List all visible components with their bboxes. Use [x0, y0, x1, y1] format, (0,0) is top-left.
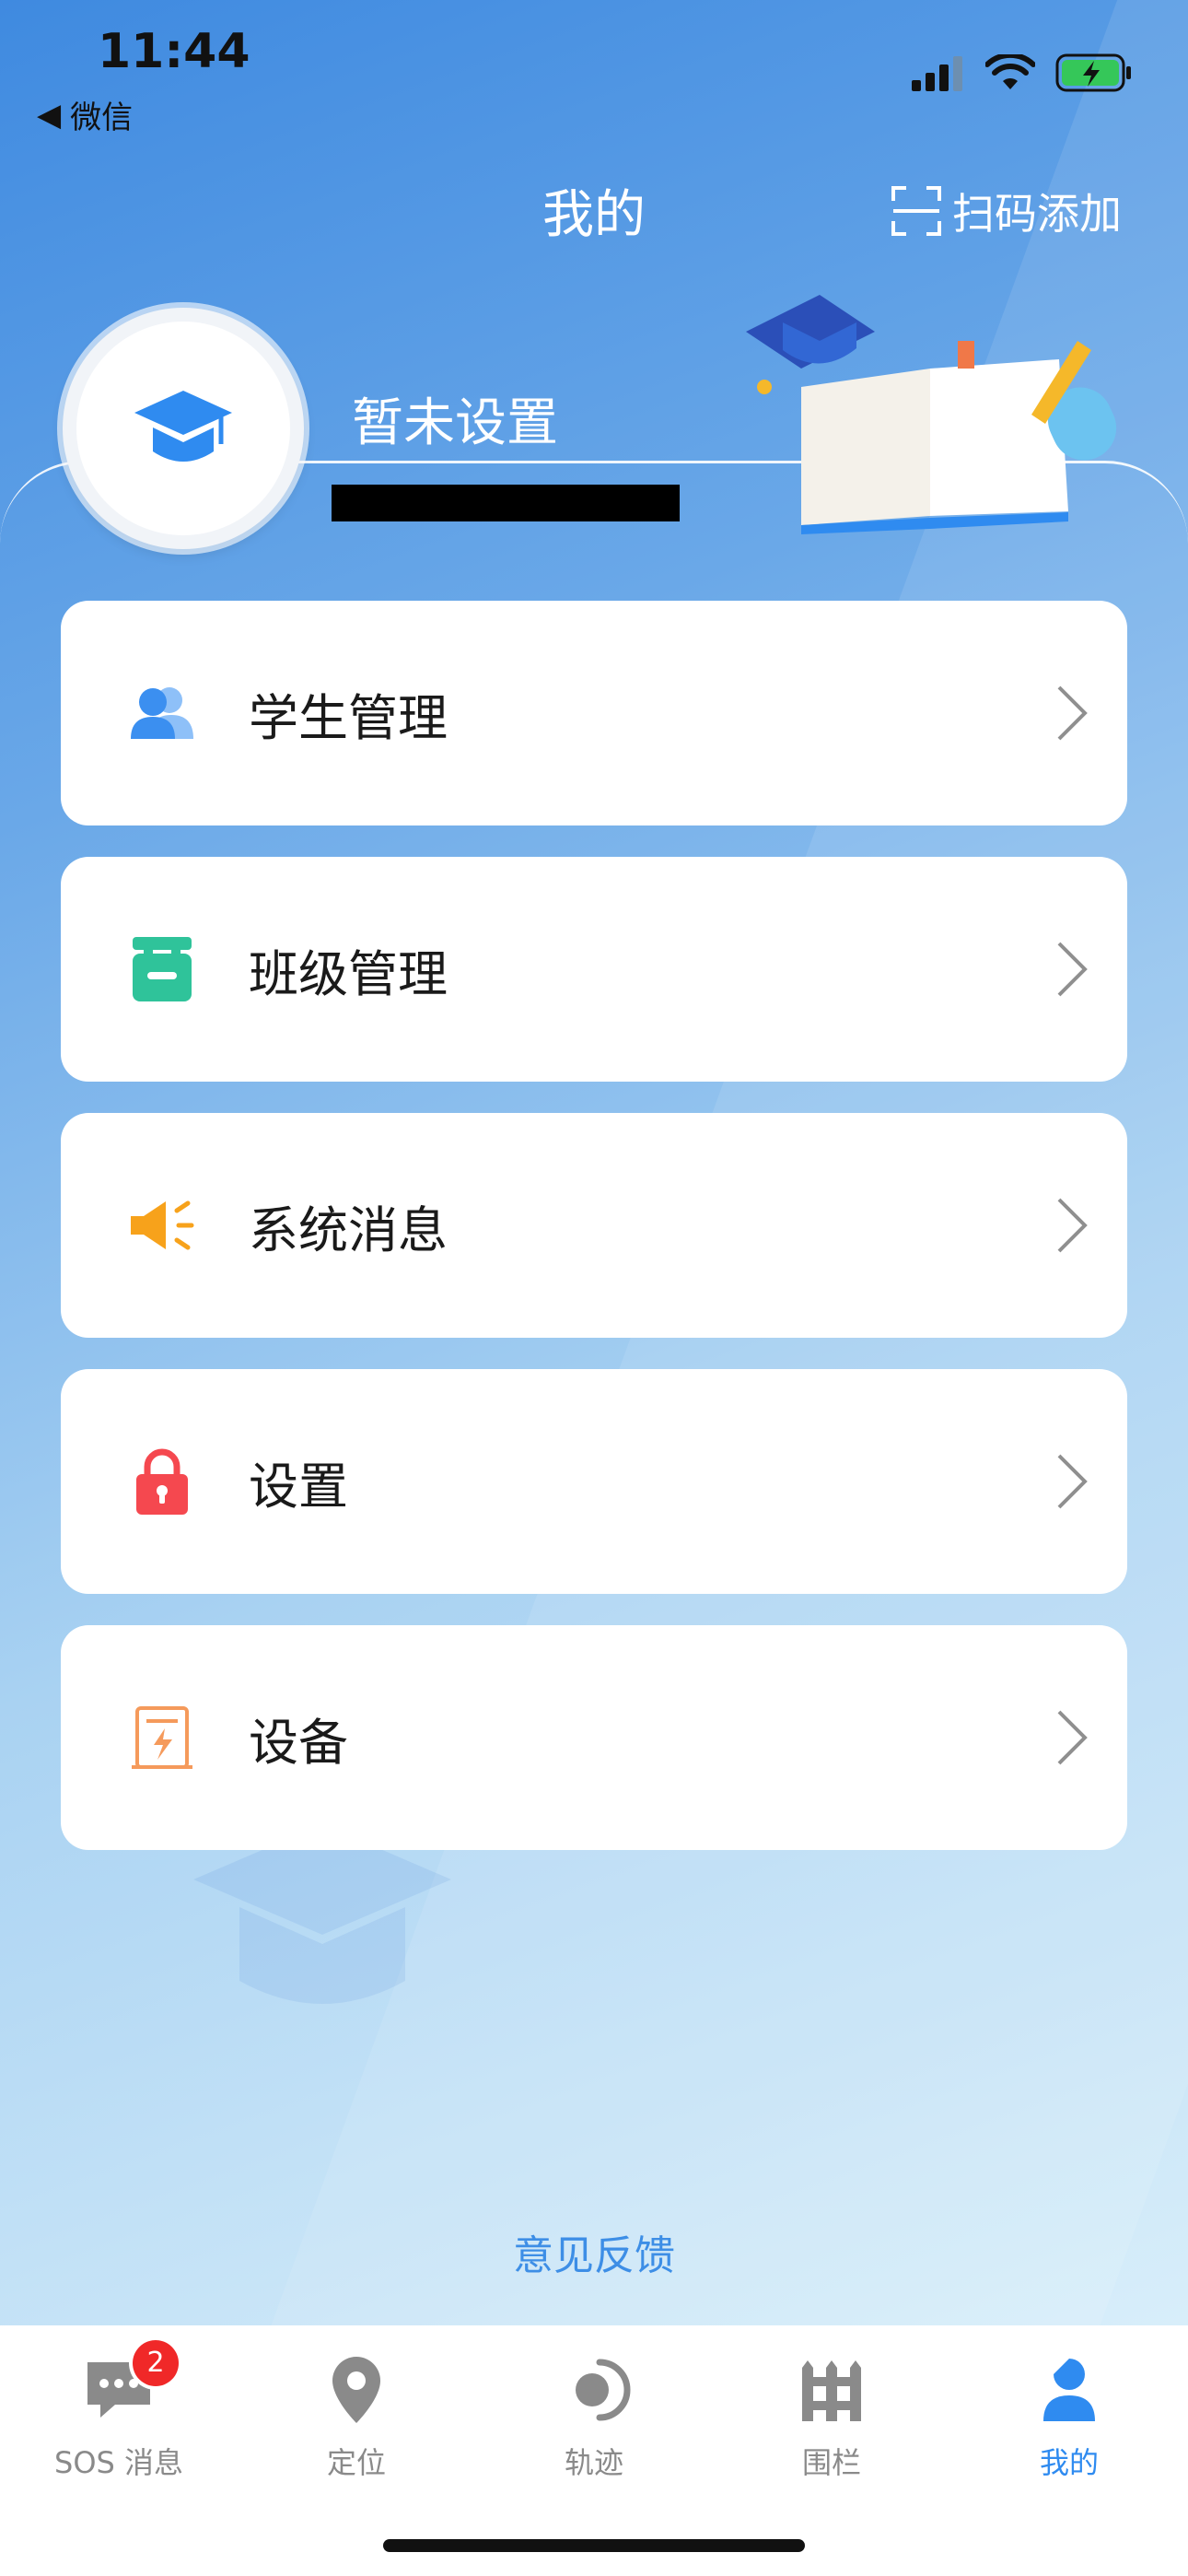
tab-label: 围栏 [801, 2445, 861, 2480]
back-to-wechat[interactable]: ◀ 微信 [37, 92, 133, 137]
tab-mine[interactable]: 我的 [950, 2353, 1188, 2482]
chevron-right-icon [1057, 1710, 1088, 1765]
feedback-link[interactable]: 意见反馈 [0, 2222, 1188, 2281]
tab-track[interactable]: 轨迹 [475, 2353, 713, 2482]
book-illustration-icon [746, 295, 1117, 534]
menu-label: 班级管理 [249, 944, 448, 1003]
wifi-icon [985, 54, 1035, 89]
tab-label: 定位 [326, 2445, 386, 2480]
chevron-right-icon [1057, 1198, 1088, 1253]
menu-device[interactable]: 设备 [61, 1625, 1127, 1850]
chevron-right-icon [1057, 942, 1088, 997]
scan-icon [891, 186, 941, 236]
menu-student-management[interactable]: 学生管理 [61, 601, 1127, 825]
menu-label: 系统消息 [249, 1200, 448, 1259]
battery-icon [1055, 53, 1131, 92]
signal-icon [912, 56, 962, 91]
tab-label: SOS 消息 [54, 2445, 183, 2480]
tab-label: 轨迹 [564, 2445, 623, 2480]
status-time: 11:44 [98, 24, 250, 79]
tab-fence[interactable]: 围栏 [713, 2353, 950, 2482]
home-indicator [383, 2539, 805, 2552]
menu-label: 学生管理 [249, 688, 448, 747]
status-icons [912, 53, 1133, 92]
chevron-right-icon [1057, 1454, 1088, 1509]
megaphone-icon [127, 1190, 197, 1260]
tab-location[interactable]: 定位 [238, 2353, 475, 2482]
lock-icon [127, 1446, 197, 1516]
menu-class-management[interactable]: 班级管理 [61, 857, 1127, 1082]
scan-add-label: 扫码添加 [952, 189, 1122, 239]
tab-sos-messages[interactable]: 2 SOS 消息 [0, 2340, 238, 2482]
fence-icon [802, 2360, 861, 2421]
tab-label: 我的 [1039, 2445, 1099, 2480]
class-icon [127, 934, 197, 1004]
menu-label: 设置 [249, 1457, 348, 1516]
user-icon [1043, 2359, 1095, 2421]
back-triangle-icon: ◀ [37, 96, 62, 134]
menu-settings[interactable]: 设置 [61, 1369, 1127, 1594]
redacted-phone [332, 485, 680, 521]
users-icon [127, 678, 197, 748]
menu-label: 设备 [249, 1713, 348, 1772]
scan-add-button[interactable]: 扫码添加 [890, 181, 1122, 241]
chevron-right-icon [1057, 685, 1088, 741]
device-icon [127, 1703, 197, 1773]
profile-name: 暂未设置 [352, 393, 558, 453]
avatar[interactable] [63, 308, 304, 549]
track-icon [576, 2359, 631, 2421]
unread-badge: 2 [133, 2340, 179, 2386]
location-pin-icon [332, 2357, 380, 2423]
back-app-label: 微信 [70, 100, 134, 136]
graduation-cap-icon [134, 391, 232, 462]
menu-system-messages[interactable]: 系统消息 [61, 1113, 1127, 1338]
